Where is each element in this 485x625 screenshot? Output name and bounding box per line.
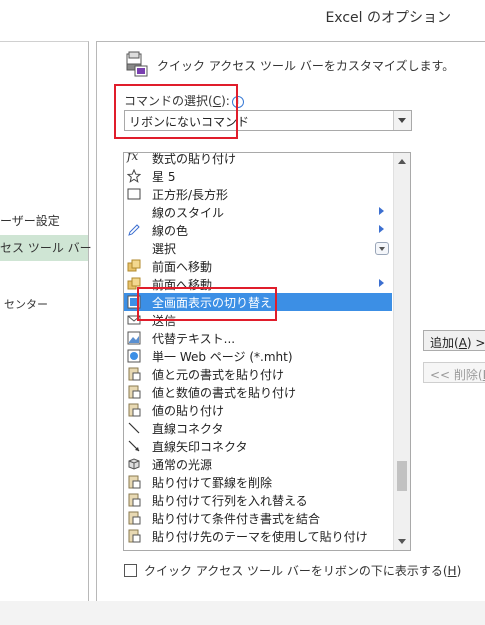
pen-icon — [128, 224, 140, 236]
paste-values-source-format-icon — [128, 367, 141, 381]
alt-text-icon — [127, 331, 141, 345]
nav-item-trust-center[interactable]: センター — [4, 296, 48, 312]
list-item[interactable]: 値の貼り付け — [124, 401, 392, 419]
nav-item-quick-access-toolbar[interactable]: セス ツール バー — [0, 235, 92, 261]
window-title: Excel のオプション — [325, 10, 451, 26]
customize-qat-icon — [126, 51, 148, 77]
list-item[interactable]: 直線矢印コネクタ — [124, 437, 392, 455]
nav-item-label: セス ツール バー — [0, 241, 92, 255]
list-item[interactable]: 直線コネクタ — [124, 419, 392, 437]
show-below-ribbon-checkbox[interactable] — [124, 564, 137, 577]
star-icon — [127, 169, 141, 183]
header-description: クイック アクセス ツール バーをカスタマイズします。 — [157, 59, 455, 73]
function-fx-icon: fx — [127, 152, 139, 163]
nav-item-label: ーザー設定 — [0, 214, 60, 228]
submenu-arrow-icon — [379, 225, 384, 233]
arrow-connector-icon — [128, 440, 140, 452]
submenu-arrow-icon — [379, 279, 384, 287]
cube-icon — [128, 458, 140, 470]
paste-values-number-format-icon — [128, 385, 141, 399]
nav-item-label: センター — [4, 298, 48, 311]
list-item[interactable]: 代替テキスト... — [124, 329, 392, 347]
list-item[interactable]: 星 5 — [124, 167, 392, 185]
chevron-down-icon[interactable] — [393, 111, 411, 130]
remove-button[interactable]: << 削除(R) — [423, 362, 485, 383]
scrollbar-thumb[interactable] — [397, 461, 407, 491]
web-page-icon — [127, 349, 141, 363]
submenu-arrow-icon — [379, 207, 384, 215]
dialog-footer — [0, 601, 485, 625]
list-item[interactable]: 単一 Web ページ (*.mht) — [124, 347, 392, 365]
list-item[interactable]: 貼り付けて罫線を削除 — [124, 473, 392, 491]
bring-forward-icon — [127, 259, 141, 272]
list-item[interactable]: 前面へ移動 — [124, 257, 392, 275]
list-item[interactable]: 貼り付け先のテーマを使用して貼り付け — [124, 527, 392, 545]
list-item[interactable]: 貼り付けて行列を入れ替える — [124, 491, 392, 509]
straight-connector-icon — [128, 422, 140, 434]
paste-values-icon — [128, 403, 141, 417]
list-item[interactable]: 正方形/長方形 — [124, 185, 392, 203]
paste-merge-cf-icon — [128, 511, 141, 525]
paste-destination-theme-icon — [128, 529, 141, 543]
command-list[interactable]: fx 数式の貼り付け 星 5 正方形/長方形 線のスタイル 線の色 選択 前面へ… — [123, 152, 411, 551]
add-button[interactable]: 追加(A) > — [423, 330, 485, 351]
rectangle-icon — [127, 188, 141, 200]
list-item[interactable]: 通常の光源 — [124, 455, 392, 473]
paste-no-borders-icon — [128, 475, 141, 489]
show-below-ribbon-label[interactable]: クイック アクセス ツール バーをリボンの下に表示する(H) — [144, 562, 461, 579]
scroll-down-arrow-icon[interactable] — [394, 534, 410, 550]
annotation-highlight-command-select — [114, 84, 238, 139]
nav-item-user-settings[interactable]: ーザー設定 — [0, 212, 60, 229]
dropdown-indicator-icon — [375, 242, 389, 255]
list-item[interactable]: 線の色 — [124, 221, 392, 239]
list-item[interactable]: 値と数値の書式を貼り付け — [124, 383, 392, 401]
list-item[interactable]: 値と元の書式を貼り付け — [124, 365, 392, 383]
paste-transpose-icon — [128, 493, 141, 507]
list-item[interactable]: 選択 — [124, 239, 392, 257]
left-nav: ーザー設定 セス ツール バー センター — [0, 41, 92, 602]
annotation-highlight-selected-command — [137, 287, 277, 321]
scroll-up-arrow-icon[interactable] — [394, 153, 410, 169]
list-scrollbar[interactable] — [393, 153, 410, 550]
title-bar: Excel のオプション — [0, 0, 485, 31]
list-item[interactable]: 貼り付けて条件付き書式を結合 — [124, 509, 392, 527]
list-item[interactable]: fx 数式の貼り付け — [124, 152, 392, 167]
list-item[interactable]: 線のスタイル — [124, 203, 392, 221]
